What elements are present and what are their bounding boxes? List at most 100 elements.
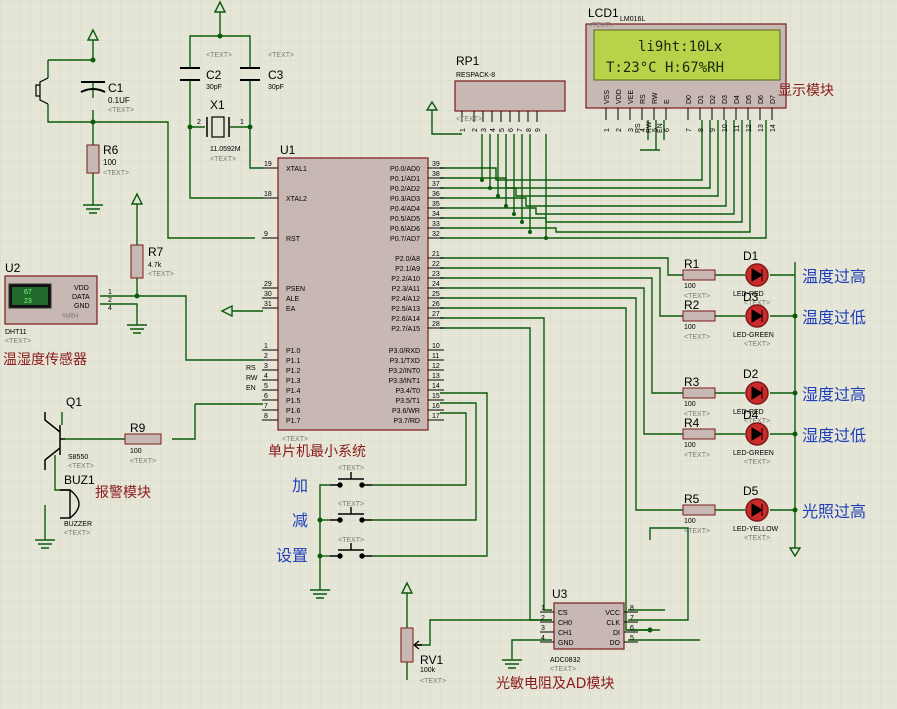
lcd-module-label: 显示模块 (778, 83, 834, 99)
u1-right-pin-number: 39 (432, 161, 440, 168)
rp1-model: RESPACK-8 (456, 72, 495, 79)
u1-right-pin-name: P3.3/INT1 (388, 378, 420, 385)
u1-right-pin-number: 25 (432, 291, 440, 298)
u3-left-pin-name: CH1 (558, 630, 572, 637)
lcd-pin-number: 6 (664, 128, 671, 132)
rv1-ref: RV1 (420, 653, 443, 667)
u1-right-pin-name: P2.6/A14 (391, 316, 420, 323)
u1-left-pin-number: 18 (264, 191, 272, 198)
lcd-pin-name: D0 (686, 95, 693, 104)
u1-left-pin-name: P1.1 (286, 358, 301, 365)
led-series-resistor[interactable] (682, 310, 716, 322)
u1-left-pin-name: P1.6 (286, 408, 301, 415)
u1-right-pin-number: 36 (432, 191, 440, 198)
c3-value: 30pF (268, 84, 284, 91)
u1-right-pin-number: 32 (432, 231, 440, 238)
u1-left-pin-name: RST (286, 236, 301, 243)
lcd-net-rs: RS (635, 123, 642, 133)
led-resistor-text-placeholder: <TEXT> (684, 334, 710, 341)
led-ref: D1 (743, 249, 759, 263)
u1-module-label: 单片机最小系统 (268, 444, 366, 460)
u1-left-pin-name: P1.2 (286, 368, 301, 375)
schematic-svg: R1100<TEXT>D1LED-RED<TEXT>温度过高R2100<TEXT… (0, 0, 897, 709)
u1-left-pin-name: XTAL2 (286, 196, 307, 203)
u1-left-pin-name: P1.5 (286, 398, 301, 405)
u1-left-pin-number: 30 (264, 291, 272, 298)
u2-module-label: 温湿度传感器 (3, 351, 87, 368)
u1-left-pin-name: PSEN (286, 286, 305, 293)
u3-left-pin-name: GND (558, 640, 574, 647)
u1-right-pin-name: P3.2/INT0 (388, 368, 420, 375)
u1-right-pin-number: 14 (432, 383, 440, 390)
led-function-label: 湿度过高 (802, 385, 866, 404)
lcd-net-rw: RW (646, 121, 653, 133)
rp1-pin-number: 6 (508, 128, 515, 132)
lcd-pin-name: RW (652, 92, 659, 104)
lcd-pin-name: D7 (770, 95, 777, 104)
c2-value: 30pF (206, 84, 222, 91)
r6-ref: R6 (103, 143, 119, 157)
u3-left-pin-number: 4 (541, 635, 545, 642)
u1-right-pin-number: 13 (432, 373, 440, 380)
lcd-net-rs-at-u1: RS (246, 365, 256, 372)
c1-ref: C1 (108, 81, 124, 95)
r9-resistor[interactable] (124, 433, 162, 445)
lcd-pin-name: VSS (604, 90, 611, 104)
led-resistor-text-placeholder: <TEXT> (684, 528, 710, 535)
led-ref: D3 (743, 290, 759, 304)
u1-right-pin-number: 34 (432, 211, 440, 218)
u1-right-pin-name: P2.0/A8 (395, 256, 420, 263)
lcd-model: LM016L (620, 16, 645, 23)
led-series-resistor[interactable] (682, 504, 716, 516)
u1-right-pin-number: 33 (432, 221, 440, 228)
u3-right-pin-name: CLK (606, 620, 620, 627)
rp1-respack[interactable] (454, 80, 566, 112)
lcd-pin-name: D2 (710, 95, 717, 104)
c3-ref: C3 (268, 68, 284, 82)
lcd-pin-number: 14 (770, 124, 777, 132)
lcd-pin-name: D6 (758, 95, 765, 104)
button-sub-label: 减 (292, 511, 308, 530)
u2-model: DHT11 (5, 329, 27, 336)
u1-right-pin-number: 26 (432, 301, 440, 308)
u1-right-pin-name: P2.7/A15 (391, 326, 420, 333)
u2-display-bottom: 23 (24, 298, 32, 305)
led-series-resistor[interactable] (682, 428, 716, 440)
lcd-pin-number: 10 (722, 124, 729, 132)
led-resistor-value: 100 (684, 401, 696, 408)
u1-right-pin-name: P2.5/A13 (391, 306, 420, 313)
u2-ref: U2 (5, 261, 21, 275)
r6-value: 100 (103, 158, 117, 167)
lcd-net-en: EN (657, 123, 664, 133)
u1-right-pin-name: P2.2/A10 (391, 276, 420, 283)
led-series-resistor[interactable] (682, 387, 716, 399)
rp1-text-placeholder: <TEXT> (456, 116, 482, 123)
lcd-pin-name: VEE (628, 90, 635, 104)
led-resistor-ref: R3 (684, 375, 700, 389)
schematic-canvas: R1 100 <TEXT> D1 LED-RED <TEXT> 温度过高 R2 100 <TEXT… (0, 0, 897, 709)
lcd-pin-number: 12 (746, 124, 753, 132)
led-ref: D4 (743, 408, 759, 422)
r9-text-placeholder: <TEXT> (130, 458, 156, 465)
rp1-pin-number: 5 (499, 128, 506, 132)
u1-left-pin-number: 29 (264, 281, 272, 288)
u1-left-pin-number: 4 (264, 373, 268, 380)
led-resistor-value: 100 (684, 283, 696, 290)
buz1-text-placeholder: <TEXT> (64, 530, 90, 537)
u3-left-pin-name: CH0 (558, 620, 572, 627)
button-add-text-placeholder: <TEXT> (338, 465, 364, 472)
u1-right-pin-number: 16 (432, 403, 440, 410)
u1-right-pin-number: 15 (432, 393, 440, 400)
r7-resistor[interactable] (130, 244, 144, 279)
lcd-text-placeholder: <TEXT> (588, 22, 614, 29)
rp1-pin-number: 8 (526, 128, 533, 132)
u1-right-pin-number: 17 (432, 413, 440, 420)
u1-right-pin-name: P3.5/T1 (395, 398, 420, 405)
c1-value: 0.1UF (108, 96, 130, 105)
led-series-resistor[interactable] (682, 269, 716, 281)
u1-left-pin-number: 31 (264, 301, 272, 308)
x1-value: 11.0592M (210, 146, 241, 153)
lcd-pin-number: 9 (710, 128, 717, 132)
r6-resistor[interactable] (86, 144, 100, 174)
led-ref: D5 (743, 484, 759, 498)
